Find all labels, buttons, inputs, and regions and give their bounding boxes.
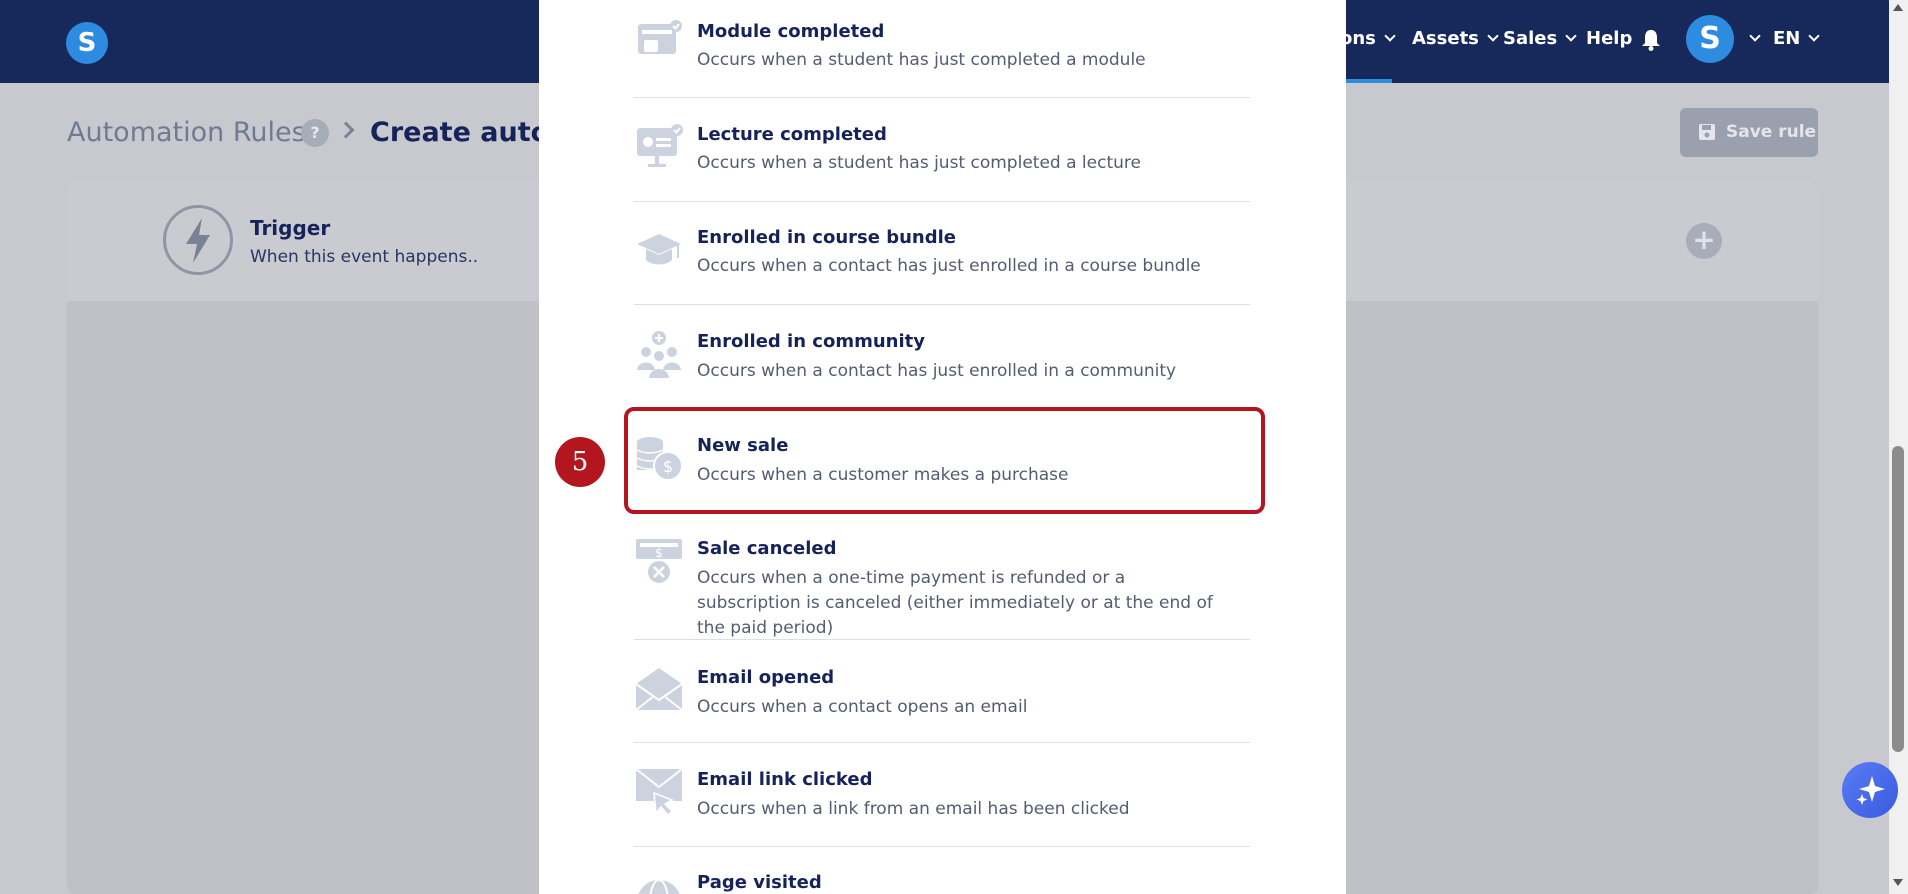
trigger-subtitle: When this event happens.. (250, 247, 479, 267)
event-description: Occurs when a student has just completed… (697, 50, 1146, 70)
step-number-badge: 5 (555, 437, 605, 487)
scrollbar-thumb[interactable] (1892, 446, 1904, 752)
svg-text:$: $ (655, 546, 663, 560)
chevron-down-icon (1749, 30, 1761, 42)
breadcrumb-automation-rules[interactable]: Automation Rules (67, 117, 306, 148)
event-lecture-completed[interactable]: Lecture completed Occurs when a student … (634, 98, 1250, 202)
trigger-title: Trigger (250, 216, 331, 240)
event-page-visited[interactable]: Page visited (634, 847, 1250, 894)
event-enrolled-course-bundle[interactable]: Enrolled in course bundle Occurs when a … (634, 202, 1250, 305)
event-title: Sale canceled (697, 538, 837, 559)
event-title: Email link clicked (697, 769, 873, 790)
event-description: Occurs when a contact has just enrolled … (697, 256, 1201, 276)
event-title: Page visited (697, 872, 822, 893)
event-title: Email opened (697, 667, 835, 688)
event-sale-canceled[interactable]: $ Sale canceled Occurs when a one-time p… (634, 513, 1250, 640)
lightning-icon (186, 218, 210, 263)
module-icon (638, 20, 682, 54)
event-title: Enrolled in course bundle (697, 227, 956, 248)
avatar[interactable]: S (1686, 15, 1734, 63)
app-logo[interactable]: S (66, 22, 108, 64)
event-title: Enrolled in community (697, 331, 925, 352)
floppy-disk-icon (1699, 124, 1715, 140)
event-description: Occurs when a link from an email has bee… (697, 799, 1130, 819)
envelope-open-icon (635, 668, 683, 711)
chevron-down-icon (1565, 30, 1577, 42)
add-step-icon[interactable]: + (1686, 223, 1722, 259)
event-enrolled-community[interactable]: Enrolled in community Occurs when a cont… (634, 305, 1250, 409)
envelope-click-icon (635, 768, 683, 815)
event-title: Lecture completed (697, 124, 887, 145)
ai-assistant-button[interactable] (1842, 762, 1898, 818)
chevron-down-icon (1808, 30, 1821, 42)
event-description: Occurs when a one-time payment is refund… (697, 568, 1213, 638)
bell-icon[interactable] (1641, 29, 1661, 51)
event-title: Module completed (697, 21, 885, 42)
trigger-step[interactable] (163, 205, 233, 275)
help-icon[interactable]: ? (301, 119, 329, 147)
event-email-opened[interactable]: Email opened Occurs when a contact opens… (634, 640, 1250, 743)
highlight-box (624, 407, 1265, 514)
nav-item-help[interactable]: Help (1586, 28, 1632, 49)
graduation-cap-icon (637, 234, 681, 265)
chevron-down-icon (1487, 30, 1499, 42)
community-icon (637, 331, 681, 378)
globe-icon (638, 879, 680, 894)
nav-item-assets[interactable]: Assets (1412, 28, 1499, 49)
event-email-link-clicked[interactable]: Email link clicked Occurs when a link fr… (634, 743, 1250, 847)
event-description: Occurs when a contact opens an email (697, 697, 1028, 717)
nav-item-automations[interactable]: ons (1340, 28, 1396, 49)
save-rule-button[interactable]: Save rule (1680, 108, 1818, 157)
lecture-icon (637, 124, 683, 167)
event-description: Occurs when a contact has just enrolled … (697, 361, 1177, 381)
nav-item-sales[interactable]: Sales (1503, 28, 1577, 49)
active-nav-indicator (1345, 79, 1392, 83)
account-menu-toggle[interactable] (1741, 28, 1761, 49)
language-selector[interactable]: EN (1773, 28, 1821, 49)
sparkle-icon (1856, 776, 1885, 805)
event-description: Occurs when a student has just completed… (697, 153, 1141, 173)
chevron-right-icon (337, 121, 355, 139)
scroll-down-arrow[interactable] (1893, 879, 1903, 886)
refund-icon: $ (636, 539, 682, 585)
chevron-down-icon (1384, 30, 1396, 42)
scroll-up-arrow[interactable] (1893, 4, 1903, 11)
event-module-completed[interactable]: Module completed Occurs when a student h… (634, 0, 1250, 98)
